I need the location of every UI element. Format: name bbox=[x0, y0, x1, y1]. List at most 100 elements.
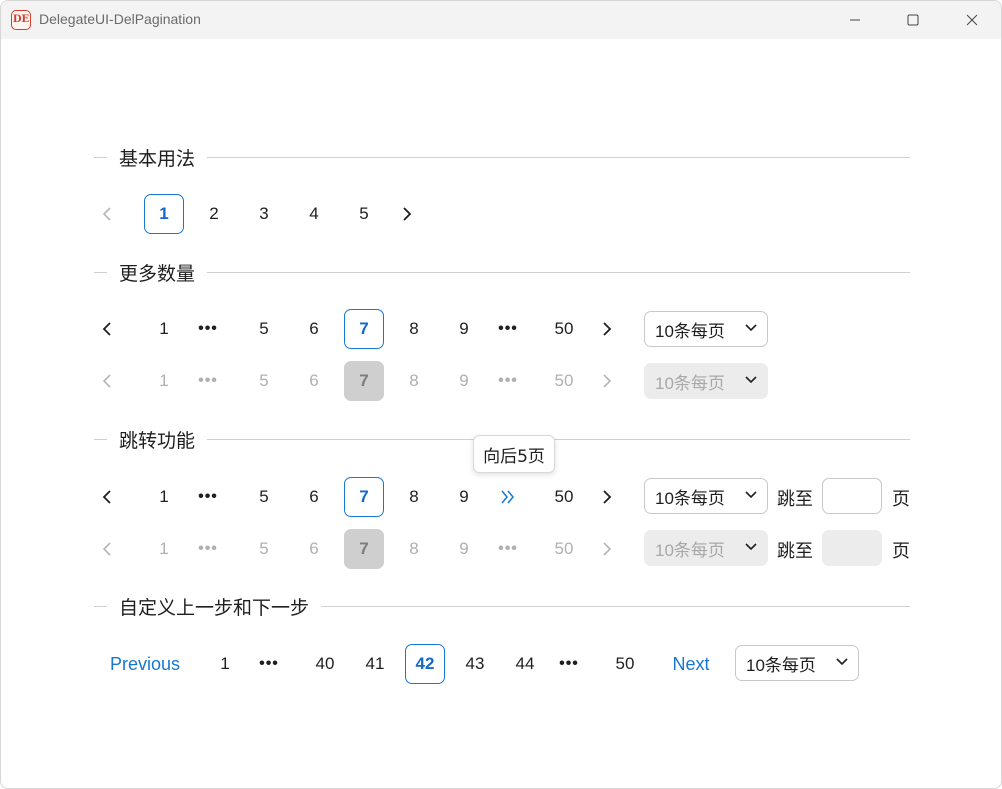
app-window: DE DelegateUI-DelPagination 基本用法 1 2 3 4… bbox=[0, 0, 1002, 789]
page-item[interactable]: 9 bbox=[444, 477, 484, 517]
page-item-last[interactable]: 50 bbox=[605, 644, 645, 684]
divider bbox=[321, 605, 910, 607]
jump-next-dots[interactable]: ••• bbox=[549, 644, 589, 684]
page-size-select: 10条每页 bbox=[644, 363, 768, 399]
jump-next-5-button[interactable] bbox=[488, 477, 528, 517]
page-item[interactable]: 4 bbox=[294, 194, 334, 234]
page-item-first[interactable]: 1 bbox=[144, 477, 184, 517]
jump-prev-dots[interactable]: ••• bbox=[249, 644, 289, 684]
page-item-current[interactable]: 42 bbox=[405, 644, 445, 684]
page-item: 6 bbox=[309, 371, 319, 390]
page-item: 8 bbox=[409, 371, 419, 390]
page-size-select[interactable]: 10条每页 bbox=[735, 645, 859, 681]
section-title: 基本用法 bbox=[119, 147, 196, 170]
close-button[interactable] bbox=[949, 1, 995, 39]
next-button[interactable]: Next bbox=[665, 644, 717, 684]
divider bbox=[207, 156, 910, 158]
page-item[interactable]: 6 bbox=[294, 309, 334, 349]
minimize-button[interactable] bbox=[832, 1, 878, 39]
page-item[interactable]: 40 bbox=[305, 644, 345, 684]
jump-page-input[interactable] bbox=[822, 478, 882, 514]
next-page-button bbox=[587, 529, 627, 569]
page-size-value: 10条每页 bbox=[655, 321, 725, 341]
maximize-button[interactable] bbox=[890, 1, 936, 39]
jump-pagination-disabled: 1 ••• 5 6 7 8 9 ••• 50 10条每页 跳至 页 bbox=[1, 529, 1001, 569]
page-size-select: 10条每页 bbox=[644, 530, 768, 566]
page-item-last: 50 bbox=[554, 539, 574, 558]
divider bbox=[94, 271, 107, 273]
chevron-left-icon bbox=[102, 322, 111, 336]
page-item[interactable]: 44 bbox=[505, 644, 545, 684]
section-more-header: 更多数量 bbox=[94, 260, 910, 285]
page-item[interactable]: 5 bbox=[344, 194, 384, 234]
page-item[interactable]: 41 bbox=[355, 644, 395, 684]
page-size-value: 10条每页 bbox=[655, 540, 725, 560]
page-item[interactable]: 2 bbox=[194, 194, 234, 234]
page-item-last[interactable]: 50 bbox=[544, 477, 584, 517]
page-item[interactable]: 9 bbox=[444, 309, 484, 349]
page-item-last: 50 bbox=[554, 371, 574, 390]
app-logo-icon: DE bbox=[11, 10, 31, 30]
page-item[interactable]: 3 bbox=[244, 194, 284, 234]
title-bar: DE DelegateUI-DelPagination bbox=[1, 1, 1001, 39]
next-page-button[interactable] bbox=[587, 477, 627, 517]
page-item[interactable]: 8 bbox=[394, 477, 434, 517]
window-title: DelegateUI-DelPagination bbox=[39, 11, 201, 27]
section-title: 跳转功能 bbox=[119, 429, 196, 452]
chevron-right-icon bbox=[403, 207, 412, 221]
basic-pagination: 1 2 3 4 5 bbox=[1, 194, 1001, 234]
divider bbox=[94, 156, 107, 158]
divider bbox=[207, 438, 910, 440]
page-item-first: 1 bbox=[159, 371, 169, 390]
chevron-right-icon bbox=[603, 322, 612, 336]
page-suffix-label: 页 bbox=[892, 489, 910, 510]
page-item[interactable]: 1 bbox=[144, 194, 184, 234]
page-item-last[interactable]: 50 bbox=[544, 309, 584, 349]
page-item-first[interactable]: 1 bbox=[205, 644, 245, 684]
page-size-select[interactable]: 10条每页 bbox=[644, 478, 768, 514]
page-item: 6 bbox=[309, 539, 319, 558]
jump-next-dots[interactable]: ••• bbox=[488, 309, 528, 349]
prev-page-button[interactable] bbox=[87, 477, 127, 517]
page-item-first[interactable]: 1 bbox=[144, 309, 184, 349]
page-item[interactable]: 5 bbox=[244, 309, 284, 349]
chevron-right-icon bbox=[603, 374, 612, 388]
page-item-current: 7 bbox=[344, 361, 384, 401]
chevron-right-icon bbox=[603, 490, 612, 504]
chevron-down-icon bbox=[745, 491, 757, 499]
maximize-icon bbox=[907, 14, 919, 26]
next-page-button[interactable] bbox=[587, 309, 627, 349]
more-pagination-disabled: 1 ••• 5 6 7 8 9 ••• 50 10条每页 bbox=[1, 361, 1001, 401]
more-pagination: 1 ••• 5 6 7 8 9 ••• 50 10条每页 bbox=[1, 309, 1001, 349]
divider bbox=[94, 438, 107, 440]
page-item: 5 bbox=[259, 539, 269, 558]
page-item[interactable]: 43 bbox=[455, 644, 495, 684]
section-basic-header: 基本用法 bbox=[94, 145, 910, 170]
page-item: 8 bbox=[409, 539, 419, 558]
jump-to-label: 跳至 bbox=[777, 541, 813, 562]
jump-page-input bbox=[822, 530, 882, 566]
page-size-select[interactable]: 10条每页 bbox=[644, 311, 768, 347]
section-title: 更多数量 bbox=[119, 262, 196, 285]
page-item-current[interactable]: 7 bbox=[344, 477, 384, 517]
prev-page-button[interactable] bbox=[87, 309, 127, 349]
page-size-value: 10条每页 bbox=[655, 373, 725, 393]
page-item-current[interactable]: 7 bbox=[344, 309, 384, 349]
jump-prev-dots: ••• bbox=[198, 372, 218, 389]
chevron-left-icon bbox=[102, 374, 111, 388]
page-item[interactable]: 8 bbox=[394, 309, 434, 349]
chevron-down-icon bbox=[836, 658, 848, 666]
jump-next-dots: ••• bbox=[498, 372, 518, 389]
page-item-first: 1 bbox=[159, 539, 169, 558]
previous-button[interactable]: Previous bbox=[105, 644, 185, 684]
page-item[interactable]: 5 bbox=[244, 477, 284, 517]
chevron-left-icon bbox=[102, 207, 111, 221]
jump-prev-dots[interactable]: ••• bbox=[188, 309, 228, 349]
next-page-button[interactable] bbox=[387, 194, 427, 234]
chevron-down-icon bbox=[745, 324, 757, 332]
chevron-right-icon bbox=[603, 542, 612, 556]
jump-prev-dots[interactable]: ••• bbox=[188, 477, 228, 517]
prev-page-button[interactable] bbox=[87, 194, 127, 234]
page-item[interactable]: 6 bbox=[294, 477, 334, 517]
custom-pagination: Previous 1 ••• 40 41 42 43 44 ••• 50 Nex… bbox=[1, 644, 1001, 684]
